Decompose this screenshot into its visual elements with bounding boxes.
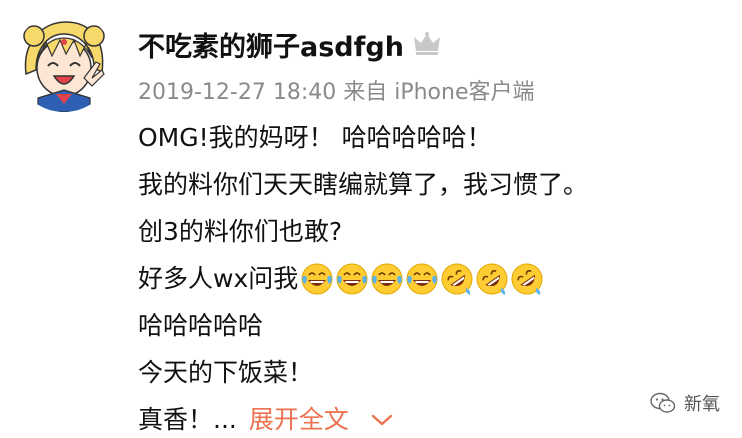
post-line: 创3的料你们也敢?: [138, 216, 343, 246]
watermark: 新氧: [650, 390, 720, 416]
username-row: 不吃素的狮子asdfgh: [138, 25, 442, 64]
laugh-cry-emoji-icon: [301, 263, 333, 294]
laugh-cry-emoji-icon: [371, 263, 403, 294]
expand-full-text-link[interactable]: 展开全文: [249, 400, 349, 438]
avatar-image: [14, 12, 114, 112]
crown-icon: [413, 32, 440, 55]
laugh-cry-emoji-icon: [406, 263, 438, 294]
post-line: 我的料你们天天瞎编就算了，我习惯了。: [138, 169, 589, 199]
emoji-row: [300, 262, 545, 296]
chevron-down-icon[interactable]: [371, 413, 393, 427]
post-line: 今天的下饭菜！: [138, 357, 314, 387]
post-content: OMG!我的妈呀！ 哈哈哈哈哈！ 我的料你们天天瞎编就算了，我习惯了。 创3的料…: [138, 114, 728, 438]
weibo-post: 不吃素的狮子asdfgh 2019-12-27 18:40 来自 iPhone客…: [0, 0, 742, 438]
post-line: OMG!我的妈呀！ 哈哈哈哈哈！: [138, 122, 492, 152]
rolling-laugh-emoji-icon: [511, 263, 543, 295]
post-line-last: 真香！... 展开全文: [138, 396, 728, 438]
laugh-cry-emoji-icon: [336, 263, 368, 294]
avatar[interactable]: [14, 12, 114, 112]
rolling-laugh-emoji-icon: [476, 263, 508, 295]
rolling-laugh-emoji-icon: [441, 263, 473, 295]
wechat-icon: [650, 392, 676, 413]
post-meta: 2019-12-27 18:40 来自 iPhone客户端: [138, 80, 535, 105]
post-line: 好多人wx问我: [138, 255, 728, 302]
post-line: 哈哈哈哈哈: [138, 310, 264, 340]
username[interactable]: 不吃素的狮子asdfgh: [138, 25, 404, 64]
watermark-text: 新氧: [684, 394, 720, 415]
